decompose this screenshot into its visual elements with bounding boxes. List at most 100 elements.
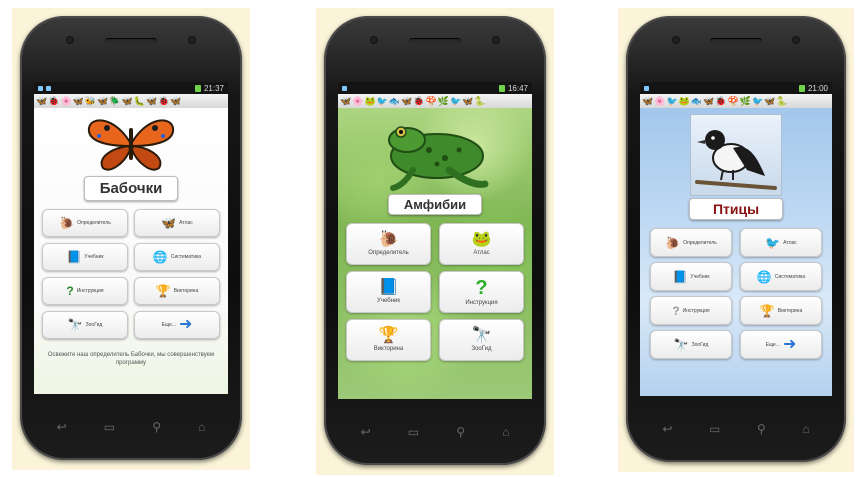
bug-icon[interactable]: 🐛 (134, 95, 145, 107)
butterfly-icon[interactable]: 🦋 (703, 95, 714, 107)
zooguide-button[interactable]: 🔭 ЗооГид (42, 311, 128, 339)
butterfly-icon[interactable]: 🦋 (122, 95, 133, 107)
systematics-button[interactable]: 🌐 Систематика (134, 243, 220, 271)
app-screen: 21:37 🦋 🐞 🌸 🦋 🐝 🦋 🪲 🦋 🐛 🦋 🐞 🦋 Бабочки 🐌 … (34, 82, 228, 394)
textbook-button[interactable]: 📘 Учебник (346, 271, 431, 313)
instructions-button[interactable]: ? Инструкция (439, 271, 524, 313)
home-icon[interactable]: ▭ (408, 425, 419, 439)
back-icon[interactable]: ↩ (361, 425, 371, 439)
phone-panel-amphibians: 16:47 🦋 🌸 🐸 🐦 🐟 🦋 🐞 🍄 🌿 🐦 🦋 🐍 Амфибии 🐌 … (316, 8, 554, 475)
app-screen: 16:47 🦋 🌸 🐸 🐦 🐟 🦋 🐞 🍄 🌿 🐦 🦋 🐍 Амфибии 🐌 … (338, 82, 532, 399)
page-title: Птицы (689, 198, 783, 220)
bird-icon[interactable]: 🐦 (377, 95, 388, 107)
search-icon[interactable]: ⚲ (757, 422, 766, 436)
bee-icon[interactable]: 🐝 (85, 95, 96, 107)
beetle-icon[interactable]: 🐞 (158, 95, 169, 107)
speaker-grille (409, 38, 461, 44)
menu-icon[interactable]: ⌂ (198, 420, 205, 434)
butterfly-icon[interactable]: 🦋 (73, 95, 84, 107)
atlas-button[interactable]: 🐦 Атлас (740, 228, 822, 257)
search-icon[interactable]: ⚲ (456, 425, 465, 439)
beetle-icon[interactable]: 🐞 (48, 95, 59, 107)
butterfly-icon[interactable]: 🦋 (36, 95, 47, 107)
systematics-button[interactable]: 🌐 Систематика (740, 262, 822, 291)
menu-grid: 🐌 Определитель 🐦 Атлас 📘 Учебник 🌐 Системати… (650, 228, 822, 359)
butterfly-icon[interactable]: 🦋 (340, 95, 351, 107)
status-time: 21:00 (807, 83, 828, 93)
bird-photo (690, 114, 782, 196)
flower-icon[interactable]: 🌸 (352, 95, 363, 107)
snake-icon[interactable]: 🐍 (474, 95, 485, 107)
bird-icon[interactable]: 🐦 (752, 95, 763, 107)
instructions-button[interactable]: ? Инструкция (650, 296, 732, 325)
quiz-button[interactable]: 🏆 Викторина (346, 319, 431, 361)
snake-icon[interactable]: 🐍 (776, 95, 787, 107)
snail-icon: 🐌 (665, 235, 681, 250)
zooguide-button[interactable]: 🔭 ЗооГид (439, 319, 524, 361)
android-navbar: ↩ ▭ ⚲ ⌂ (38, 416, 224, 438)
butterfly-icon[interactable]: 🦋 (170, 95, 181, 107)
search-icon[interactable]: ⚲ (152, 420, 161, 434)
insect-icon-strip[interactable]: 🦋 🐞 🌸 🦋 🐝 🦋 🪲 🦋 🐛 🦋 🐞 🦋 (34, 94, 228, 108)
quiz-button[interactable]: 🏆 Викторина (740, 296, 822, 325)
animal-icon-strip[interactable]: 🦋 🌸 🐦 🐸 🐟 🦋 🐞 🍄 🌿 🐦 🦋 🐍 (640, 94, 832, 108)
leaf-icon[interactable]: 🌿 (740, 95, 751, 107)
status-time: 16:47 (507, 83, 528, 93)
textbook-button[interactable]: 📘 Учебник (650, 262, 732, 291)
menu-grid: 🐌 Определитель 🐸 Атлас 📘 Учебник ? Инструкци… (346, 223, 524, 361)
menu-icon[interactable]: ⌂ (802, 422, 809, 436)
butterfly-icon[interactable]: 🦋 (401, 95, 412, 107)
arrow-right-icon: ➜ (178, 316, 193, 333)
status-time: 21:37 (203, 83, 224, 93)
frog-icon[interactable]: 🐸 (364, 95, 375, 107)
frog-icon[interactable]: 🐸 (679, 95, 690, 107)
home-icon[interactable]: ▭ (709, 422, 720, 436)
butterfly-icon[interactable]: 🦋 (97, 95, 108, 107)
status-bar: 21:37 (34, 82, 228, 94)
phone-device: 21:37 🦋 🐞 🌸 🦋 🐝 🦋 🪲 🦋 🐛 🦋 🐞 🦋 Бабочки 🐌 … (20, 16, 242, 460)
flower-icon[interactable]: 🌸 (654, 95, 665, 107)
identifier-button[interactable]: 🐌 Определитель (650, 228, 732, 257)
bird-icon: 🐦 (765, 235, 781, 250)
back-icon[interactable]: ↩ (57, 420, 67, 434)
trophy-icon: 🏆 (378, 327, 399, 344)
menu-icon[interactable]: ⌂ (502, 425, 509, 439)
speaker-grille (710, 38, 762, 44)
page-title: Бабочки (84, 176, 178, 201)
home-icon[interactable]: ▭ (104, 420, 115, 434)
fish-icon[interactable]: 🐟 (389, 95, 400, 107)
notification-icon (38, 85, 43, 91)
beetle-icon[interactable]: 🐞 (715, 95, 726, 107)
mushroom-icon[interactable]: 🍄 (426, 95, 437, 107)
quiz-button[interactable]: 🏆 Викторина (134, 277, 220, 305)
back-icon[interactable]: ↩ (662, 422, 672, 436)
identifier-button[interactable]: 🐌 Определитель (346, 223, 431, 265)
mushroom-icon[interactable]: 🍄 (728, 95, 739, 107)
textbook-button[interactable]: 📘 Учебник (42, 243, 128, 271)
sensor-icon (792, 36, 800, 44)
animal-icon-strip[interactable]: 🦋 🌸 🐸 🐦 🐟 🦋 🐞 🍄 🌿 🐦 🦋 🐍 (338, 94, 532, 108)
leaf-icon[interactable]: 🌿 (438, 95, 449, 107)
atlas-button[interactable]: 🦋 Атлас (134, 209, 220, 237)
butterfly-icon[interactable]: 🦋 (462, 95, 473, 107)
more-button[interactable]: Еще... ➜ (740, 330, 822, 359)
notification-icon (46, 85, 51, 91)
fish-icon[interactable]: 🐟 (691, 95, 702, 107)
more-button[interactable]: Еще... ➜ (134, 311, 220, 339)
globe-icon: 🌐 (756, 269, 772, 284)
instructions-button[interactable]: ? Инструкция (42, 277, 128, 305)
butterfly-icon[interactable]: 🦋 (764, 95, 775, 107)
trophy-icon: 🏆 (155, 284, 171, 298)
camera-icon (66, 36, 74, 44)
butterfly-icon[interactable]: 🦋 (642, 95, 653, 107)
bird-icon[interactable]: 🐦 (666, 95, 677, 107)
bird-icon[interactable]: 🐦 (450, 95, 461, 107)
atlas-button[interactable]: 🐸 Атлас (439, 223, 524, 265)
identifier-button[interactable]: 🐌 Определитель (42, 209, 128, 237)
zooguide-button[interactable]: 🔭 ЗооГид (650, 330, 732, 359)
flower-icon[interactable]: 🌸 (60, 95, 71, 107)
binoculars-icon: 🔭 (673, 337, 689, 352)
butterfly-icon[interactable]: 🦋 (146, 95, 157, 107)
beetle-icon[interactable]: 🐞 (413, 95, 424, 107)
beetle-icon[interactable]: 🪲 (109, 95, 120, 107)
